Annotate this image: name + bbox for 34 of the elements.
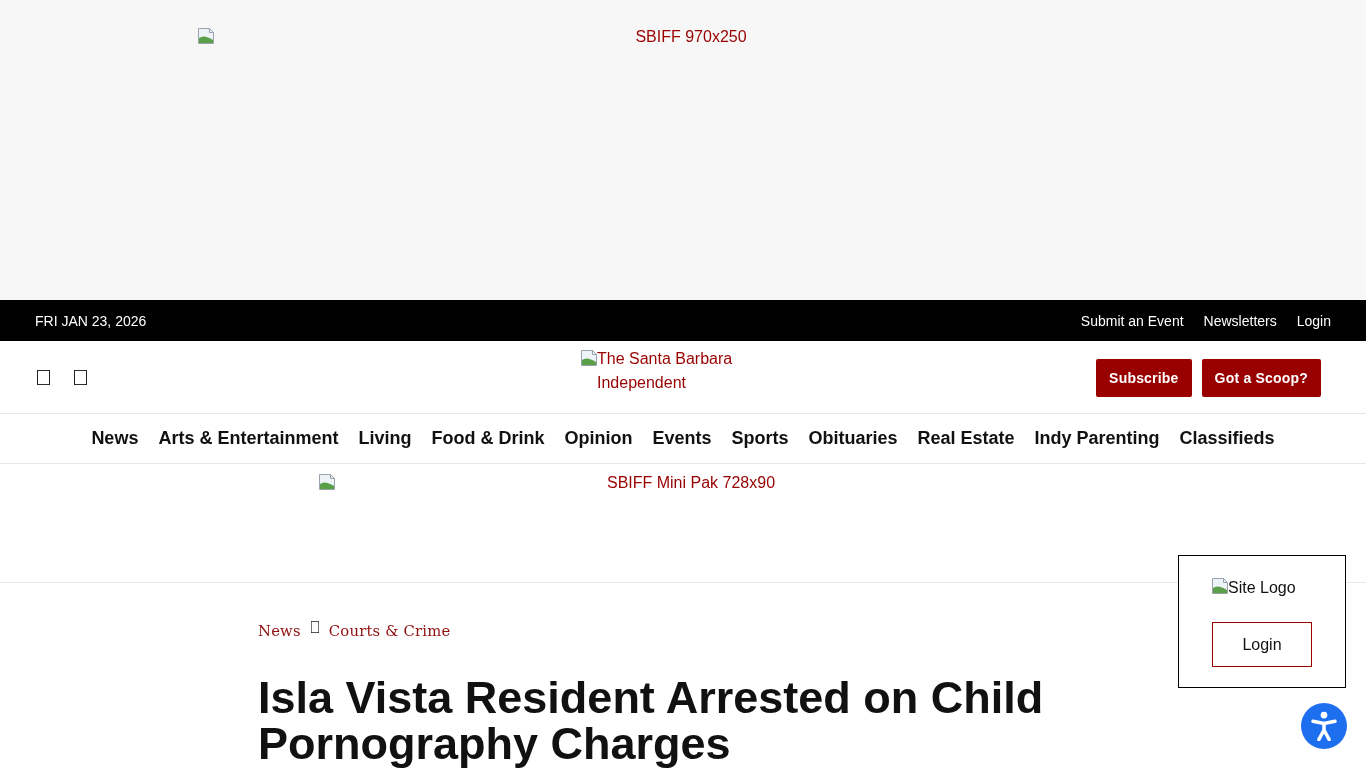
nav-item[interactable]: Food & Drink: [431, 428, 545, 449]
broken-image-icon: [581, 350, 597, 366]
breadcrumb-link[interactable]: News: [258, 621, 301, 639]
nav-item[interactable]: Obituaries: [808, 428, 898, 449]
nav-item[interactable]: Opinion: [564, 428, 633, 449]
nav-item[interactable]: Events: [652, 428, 712, 449]
nav-item[interactable]: Classifieds: [1179, 428, 1275, 449]
nav-item[interactable]: Arts & Entertainment: [158, 428, 339, 449]
square-outline-icon[interactable]: [37, 369, 50, 385]
breadcrumb-link[interactable]: Courts & Crime: [328, 621, 451, 639]
broken-image-icon: [198, 28, 214, 44]
square-outline-icon[interactable]: [74, 369, 87, 385]
top-bar-link[interactable]: Submit an Event: [1080, 312, 1184, 329]
accessibility-button[interactable]: [1301, 703, 1347, 749]
top-bar-link[interactable]: Newsletters: [1203, 312, 1277, 329]
ad-alt-text[interactable]: SBIFF 970x250: [635, 28, 747, 46]
subscribe-button[interactable]: Subscribe: [1096, 359, 1192, 397]
ad-alt-text[interactable]: SBIFF Mini Pak 728x90: [606, 474, 776, 492]
top-bar-link[interactable]: Login: [1296, 312, 1331, 329]
site-logo-alt-text: Site Logo: [1228, 578, 1296, 598]
nav-item[interactable]: Living: [358, 428, 412, 449]
nav-item[interactable]: Indy Parenting: [1034, 428, 1160, 449]
nav-item[interactable]: Real Estate: [917, 428, 1015, 449]
square-outline-icon[interactable]: [310, 621, 319, 633]
nav-item[interactable]: Sports: [731, 428, 789, 449]
tip-button[interactable]: Got a Scoop?: [1201, 359, 1321, 397]
nav-item[interactable]: News: [91, 428, 139, 449]
broken-image-icon: [1212, 578, 1228, 594]
broken-image-icon: [319, 474, 335, 490]
article-title: Isla Vista Resident Arrested on Child Pornography Charges: [258, 675, 1045, 767]
date-text: FRI JAN 23, 2026: [35, 312, 147, 329]
accessibility-icon: [1309, 711, 1339, 741]
logo-alt-text[interactable]: The Santa Barbara Independent: [597, 347, 757, 395]
login-button[interactable]: Login: [1212, 622, 1312, 667]
